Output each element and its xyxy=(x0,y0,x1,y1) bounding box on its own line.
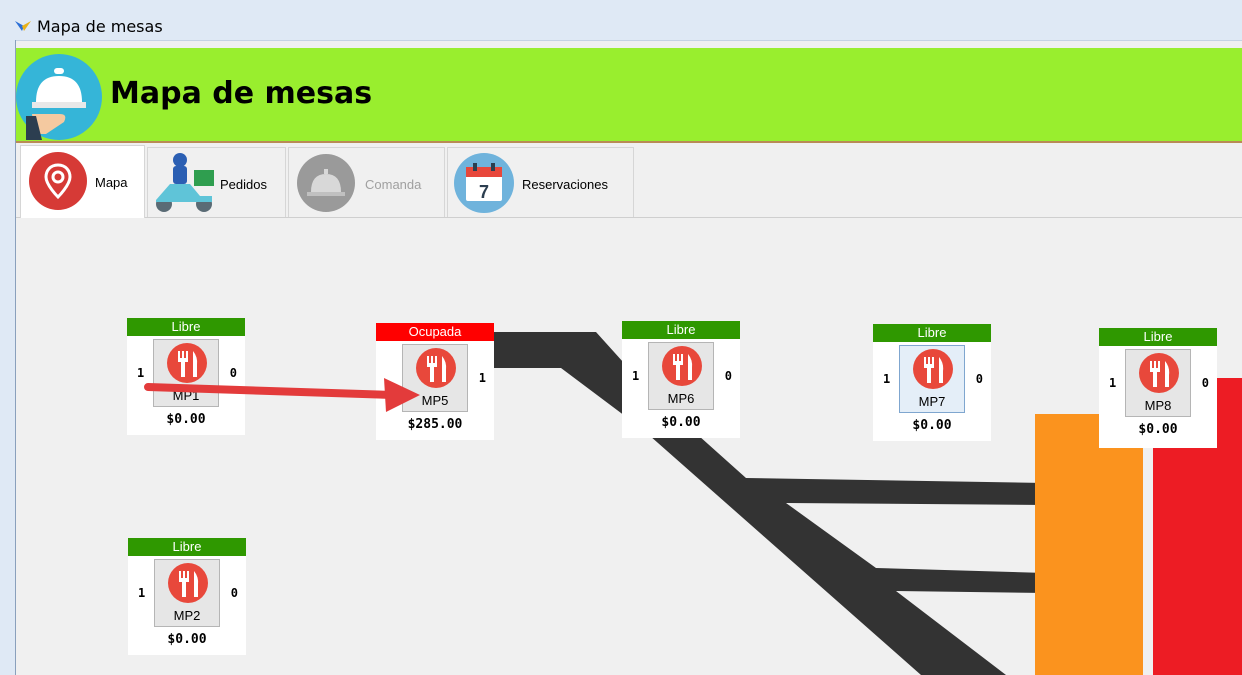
table-total: $0.00 xyxy=(1138,422,1178,437)
table-card-mp6[interactable]: Libre 1 MP6 0 $0.00 xyxy=(622,321,740,438)
calendar-icon: 7 xyxy=(454,153,514,213)
table-right-count: 0 xyxy=(1201,376,1209,390)
app-logo-icon xyxy=(15,21,31,31)
table-button[interactable]: MP8 xyxy=(1125,349,1191,417)
table-right-count: 0 xyxy=(229,366,237,380)
table-button[interactable]: MP7 xyxy=(899,345,965,413)
tab-reservaciones-label: Reservaciones xyxy=(522,177,608,192)
table-total: $0.00 xyxy=(912,418,952,433)
table-total: $0.00 xyxy=(167,632,207,647)
table-total: $285.00 xyxy=(407,417,463,432)
table-name: MP2 xyxy=(173,608,201,623)
table-button[interactable]: MP2 xyxy=(154,559,220,627)
table-right-count: 0 xyxy=(230,586,238,600)
table-button[interactable]: MP6 xyxy=(648,342,714,410)
table-right-count: 0 xyxy=(724,369,732,383)
waiter-logo-icon xyxy=(16,54,102,140)
table-left-count: 1 xyxy=(1109,376,1117,390)
window-titlebar: Mapa de mesas xyxy=(0,0,1242,41)
table-left-count: 1 xyxy=(137,366,145,380)
table-name: MP6 xyxy=(667,391,695,406)
calendar-day: 7 xyxy=(479,182,489,202)
page-header: Mapa de mesas xyxy=(16,48,1242,143)
table-name: MP8 xyxy=(1144,398,1172,413)
table-card-mp2[interactable]: Libre 1 MP2 0 $0.00 xyxy=(128,538,246,655)
table-status: Libre xyxy=(622,321,740,339)
table-status: Ocupada xyxy=(376,323,494,341)
table-right-count: 1 xyxy=(478,371,486,385)
table-status: Libre xyxy=(1099,328,1217,346)
cutlery-icon xyxy=(913,349,953,389)
tab-mapa[interactable]: Mapa xyxy=(20,145,145,218)
table-left-count: 1 xyxy=(632,369,640,383)
tab-comanda-label: Comanda xyxy=(365,177,422,192)
cutlery-icon xyxy=(416,348,456,388)
table-card-mp7[interactable]: Libre 1 MP7 0 $0.00 xyxy=(873,324,991,441)
table-total: $0.00 xyxy=(166,412,206,427)
table-map-canvas: Libre 1 MP1 0 $0.00 Ocupada MP5 1 $285.0… xyxy=(16,218,1242,675)
cutlery-icon xyxy=(662,346,702,386)
wall-orange xyxy=(1035,414,1143,675)
table-left-count: 1 xyxy=(138,586,146,600)
table-total: $0.00 xyxy=(661,415,701,430)
cutlery-icon xyxy=(167,343,207,383)
tab-bar: Mapa Pedidos Comanda 7 Reservaciones xyxy=(16,145,1242,218)
table-status: Libre xyxy=(127,318,245,336)
table-card-mp5[interactable]: Ocupada MP5 1 $285.00 xyxy=(376,323,494,440)
table-name: MP1 xyxy=(172,388,200,403)
cutlery-icon xyxy=(1139,353,1179,393)
table-status: Libre xyxy=(128,538,246,556)
tab-mapa-label: Mapa xyxy=(95,175,128,190)
window-frame-left xyxy=(0,40,16,675)
tab-reservaciones[interactable]: 7 Reservaciones xyxy=(447,147,634,217)
tab-comanda[interactable]: Comanda xyxy=(288,147,445,217)
tab-pedidos[interactable]: Pedidos xyxy=(147,147,286,217)
page-title: Mapa de mesas xyxy=(110,76,373,111)
table-card-mp8[interactable]: Libre 1 MP8 0 $0.00 xyxy=(1099,328,1217,448)
window-title: Mapa de mesas xyxy=(37,17,163,36)
table-button[interactable]: MP5 xyxy=(402,344,468,412)
location-pin-icon xyxy=(29,152,87,210)
table-right-count: 0 xyxy=(975,372,983,386)
delivery-scooter-icon xyxy=(156,153,214,212)
table-left-count: 1 xyxy=(883,372,891,386)
table-card-mp1[interactable]: Libre 1 MP1 0 $0.00 xyxy=(127,318,245,435)
table-name: MP7 xyxy=(918,394,946,409)
table-button[interactable]: MP1 xyxy=(153,339,219,407)
table-name: MP5 xyxy=(421,393,449,408)
tab-pedidos-label: Pedidos xyxy=(220,177,267,192)
cutlery-icon xyxy=(168,563,208,603)
table-status: Libre xyxy=(873,324,991,342)
service-bell-icon xyxy=(297,154,355,212)
